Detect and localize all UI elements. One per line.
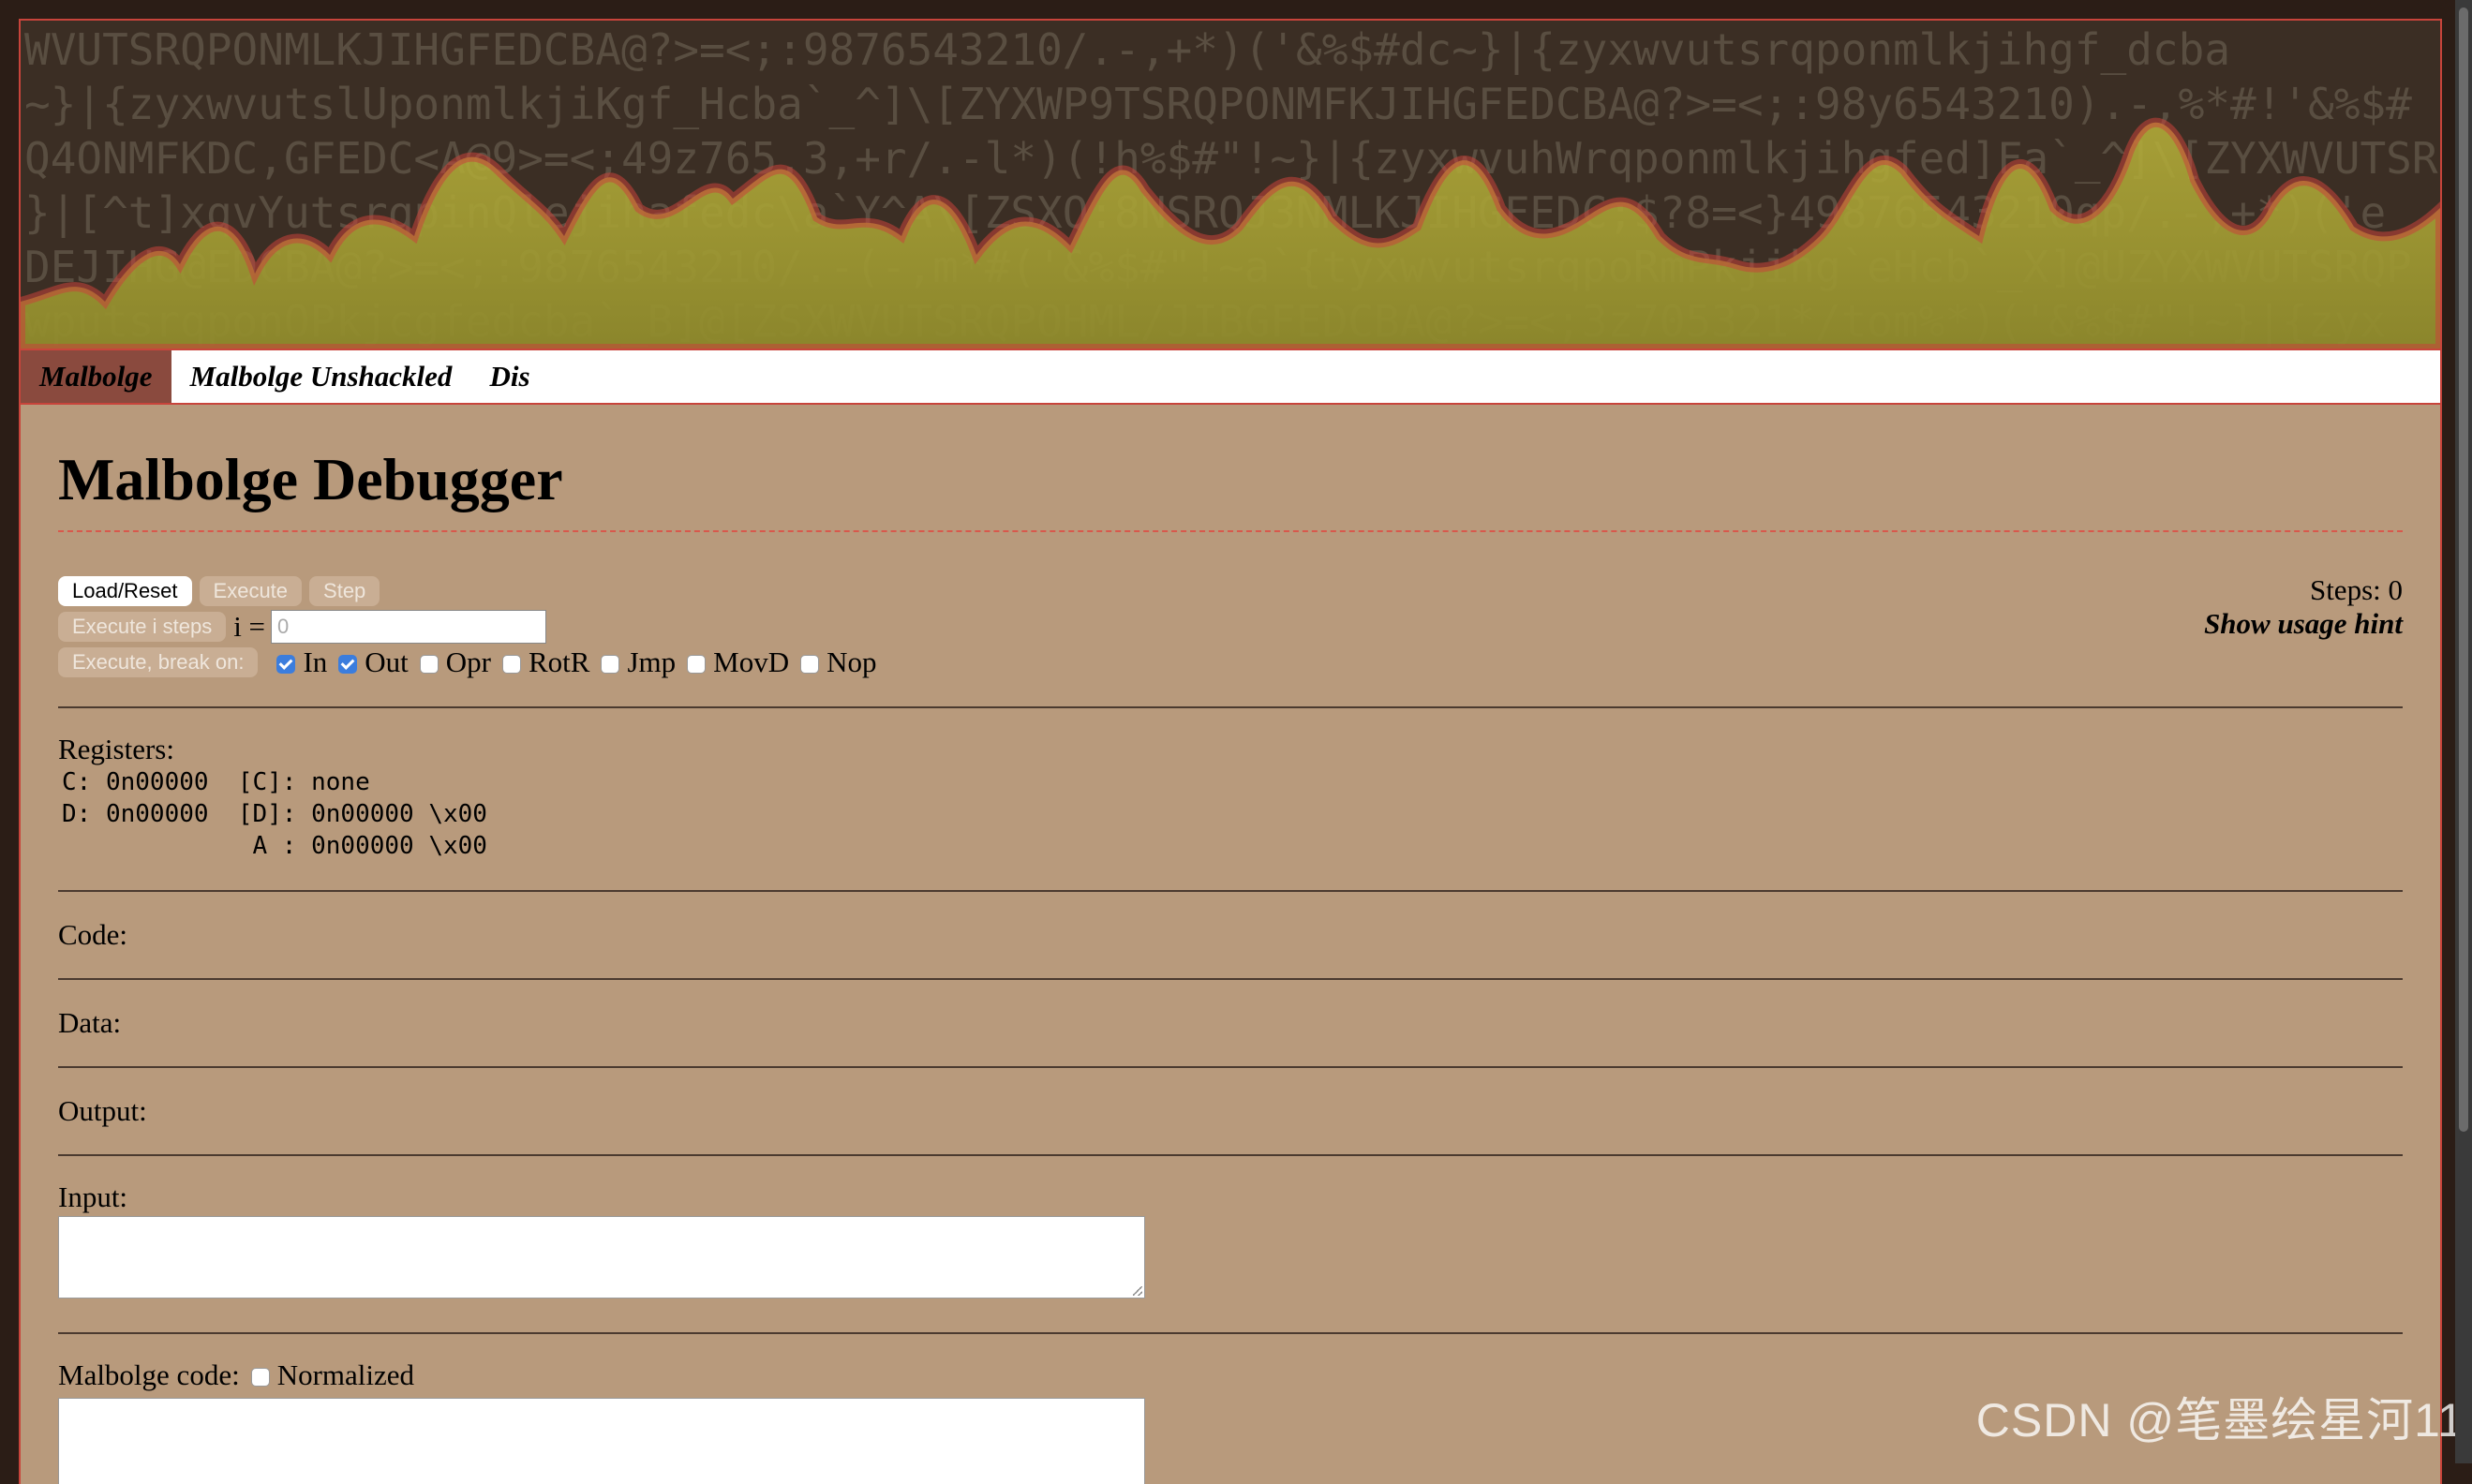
breakpoint-checkbox-in[interactable] [276,655,296,674]
breakpoint-checkbox-jmp[interactable] [601,655,620,674]
i-label: i = [233,610,266,643]
header-banner: WVUTSRQPONMLKJIHGFEDCBA@?>=<;:9876543210… [21,21,2440,349]
watermark-text: CSDN @笔墨绘星河11 [1975,1394,2465,1447]
usage-hint-link[interactable]: Show usage hint [2204,607,2403,641]
main-content: Malbolge Debugger Load/Reset Execute Ste… [21,405,2440,1484]
section-divider [58,1066,2403,1068]
breakpoint-label: RotR [529,646,590,678]
breakpoint-label: Nop [826,646,877,678]
breakpoint-checkbox-rotr[interactable] [502,655,521,674]
data-label: Data: [58,1006,122,1039]
breakpoint-label: Out [365,646,409,678]
breakpoint-checkboxes: In Out Opr RotR Jmp MovD Nop [265,646,877,679]
breakpoint-label: MovD [713,646,790,678]
nav-item-dis[interactable]: Dis [470,350,548,403]
input-label: Input: [58,1180,128,1213]
steps-counter: Steps: 0 [2309,573,2403,606]
malbolge-code-label: Malbolge code: [58,1358,240,1391]
input-textarea[interactable] [58,1216,1145,1298]
register-line: D: 0n00000 [D]: 0n00000 \x00 [62,800,487,828]
code-label: Code: [58,918,128,951]
title-divider [58,530,2403,532]
section-divider [58,978,2403,980]
breakpoint-label: Jmp [627,646,677,678]
execute-i-steps-button[interactable]: Execute i steps [58,612,227,642]
page-frame: WVUTSRQPONMLKJIHGFEDCBA@?>=<;:9876543210… [19,19,2442,1484]
breakpoint-label: In [303,646,328,678]
breakpoint-checkbox-opr[interactable] [419,655,439,674]
output-label: Output: [58,1094,147,1127]
control-row-1: Load/Reset Execute Step [58,573,2403,609]
malbolge-code-textarea[interactable] [58,1398,1145,1484]
execute-break-button[interactable]: Execute, break on: [58,647,259,677]
page-title: Malbolge Debugger [58,446,563,512]
scrollbar[interactable] [2455,0,2472,1463]
i-steps-input[interactable]: 0 [271,610,547,644]
control-row-2: Execute i steps i = 0 [58,609,2403,645]
section-divider [58,1154,2403,1156]
breakpoint-checkbox-nop[interactable] [800,655,820,674]
section-divider [58,1332,2403,1334]
execute-button[interactable]: Execute [199,576,303,606]
status-panel: Steps: 0 Show usage hint [2204,573,2403,641]
register-line: A : 0n00000 \x00 [62,832,487,860]
breakpoint-label: Opr [445,646,491,678]
registers-label: Registers: [58,733,174,765]
registers-section: Registers: C: 0n00000 [C]: none D: 0n000… [58,733,2403,862]
debugger-controls: Load/Reset Execute Step Execute i steps … [58,573,2403,686]
load-reset-button[interactable]: Load/Reset [58,576,192,606]
control-row-3: Execute, break on: In Out Opr RotR Jmp MovD No… [58,645,2403,680]
section-divider [58,706,2403,708]
normalized-label: Normalized [276,1358,415,1391]
nav-item-malbolge-unshackled[interactable]: Malbolge Unshackled [171,350,471,403]
section-divider [58,890,2403,892]
scrollbar-thumb[interactable] [2459,7,2468,1132]
step-button[interactable]: Step [309,576,380,606]
register-line: C: 0n00000 [C]: none [62,768,370,796]
breakpoint-checkbox-movd[interactable] [687,655,707,674]
top-nav: Malbolge Malbolge Unshackled Dis [21,349,2440,405]
normalized-checkbox[interactable] [250,1368,270,1387]
breakpoint-checkbox-out[interactable] [338,655,358,674]
nav-item-malbolge[interactable]: Malbolge [21,350,171,403]
flame-graphic [21,117,2440,349]
